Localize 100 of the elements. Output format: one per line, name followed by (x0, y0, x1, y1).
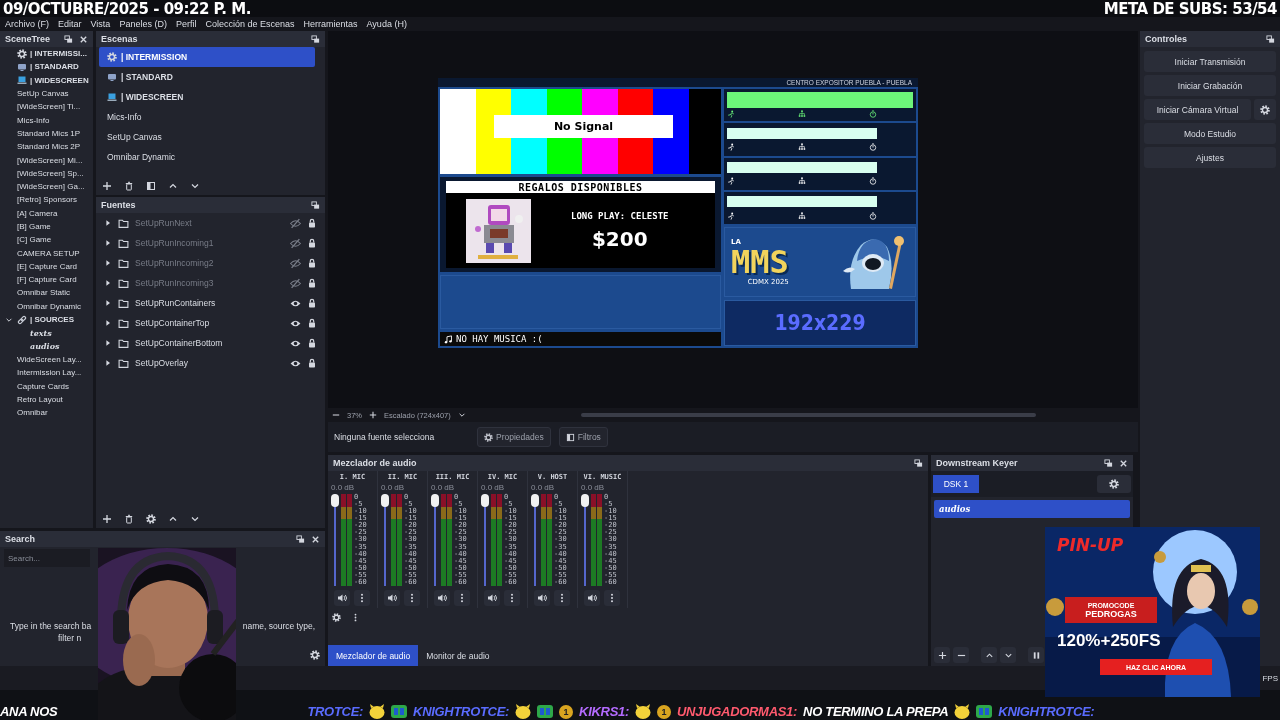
dock-icon[interactable] (311, 200, 320, 210)
menu-item[interactable]: Herramientas (303, 19, 358, 29)
tree-item[interactable]: Omnibar Static (0, 286, 93, 300)
scene-item[interactable]: Omnibar Dynamic (99, 147, 315, 167)
menu-item[interactable]: Perfil (175, 19, 197, 29)
tree-item[interactable]: [WideScreen] Mi... (0, 153, 93, 167)
caret-right-icon[interactable] (104, 239, 112, 247)
toolbar-button[interactable]: Propiedades (477, 427, 551, 447)
tree-item[interactable]: [WideScreen] Ti... (0, 100, 93, 114)
fader-handle[interactable] (381, 494, 389, 507)
caret-right-icon[interactable] (104, 279, 112, 287)
caret-right-icon[interactable] (104, 359, 112, 367)
caret-down-icon[interactable] (457, 411, 466, 419)
gear-icon[interactable] (332, 612, 341, 622)
add-button[interactable] (934, 647, 950, 663)
lock-icon[interactable] (307, 278, 317, 288)
menu-item[interactable]: Colección de Escenas (205, 19, 295, 29)
tree-item[interactable]: Capture Cards (0, 379, 93, 393)
lock-icon[interactable] (307, 318, 317, 328)
dock-icon[interactable] (1104, 458, 1113, 468)
fader-handle[interactable] (481, 494, 489, 507)
tree-item[interactable]: [B] Game (0, 219, 93, 234)
tree-item[interactable]: CAMERA SETUP (0, 246, 93, 260)
filter-icon[interactable] (146, 181, 156, 191)
caret-right-icon[interactable] (104, 339, 112, 347)
menu-button[interactable] (354, 590, 370, 606)
tree-item[interactable]: | SOURCES (0, 312, 93, 327)
tab[interactable]: Mezclador de audio (328, 645, 419, 666)
tree-item[interactable]: Standard Mics 2P (0, 140, 93, 154)
dock-icon[interactable] (64, 34, 73, 44)
tree-item[interactable]: Mics-Info (0, 113, 93, 127)
lock-icon[interactable] (307, 258, 317, 268)
tree-item[interactable]: | STANDARD (0, 60, 93, 74)
tree-item[interactable]: Standard Mics 1P (0, 126, 93, 141)
control-button[interactable]: Ajustes (1144, 147, 1276, 168)
eye-slash-icon[interactable] (290, 237, 301, 249)
menu-item[interactable]: Archivo (F) (5, 19, 49, 29)
tree-item[interactable]: WideScreen Lay... (0, 352, 93, 367)
down-icon[interactable] (190, 181, 200, 191)
menu-button[interactable] (504, 590, 520, 606)
down-button[interactable] (1000, 647, 1016, 663)
scene-item[interactable]: Mics-Info (99, 107, 315, 127)
menu-item[interactable]: Editar (58, 19, 82, 29)
tree-item[interactable]: Retro Layout (0, 392, 93, 406)
mute-button[interactable] (384, 590, 400, 606)
source-item[interactable]: SetUpRunIncoming2 (96, 253, 325, 273)
caret-right-icon[interactable] (104, 219, 112, 227)
fader-track[interactable] (531, 494, 539, 586)
fader-track[interactable] (431, 494, 439, 586)
tree-item[interactable]: | WIDESCREEN (0, 73, 93, 87)
fader-track[interactable] (481, 494, 489, 586)
scene-item[interactable]: | WIDESCREEN (99, 87, 315, 107)
control-button[interactable]: Iniciar Grabación (1144, 75, 1276, 96)
fader-handle[interactable] (531, 494, 539, 507)
source-item[interactable]: SetUpContainerBottom (96, 333, 325, 353)
zoom-out-icon[interactable] (332, 411, 340, 419)
menu-item[interactable]: Paneles (D) (119, 19, 167, 29)
mute-button[interactable] (484, 590, 500, 606)
dock-icon[interactable] (311, 34, 320, 44)
eye-slash-icon[interactable] (290, 257, 301, 269)
control-button[interactable]: Modo Estudio (1144, 123, 1276, 144)
scene-item[interactable]: | INTERMISSION (99, 47, 315, 67)
close-icon[interactable] (311, 534, 320, 544)
source-item[interactable]: SetUpRunContainers (96, 293, 325, 313)
control-button[interactable]: Iniciar Transmisión (1144, 51, 1276, 72)
lock-icon[interactable] (307, 298, 317, 308)
fader-handle[interactable] (581, 494, 589, 507)
tree-item[interactable]: [A] Camera (0, 206, 93, 220)
menu-button[interactable] (604, 590, 620, 606)
caret-right-icon[interactable] (104, 319, 112, 327)
gear-icon[interactable] (146, 514, 156, 524)
lock-icon[interactable] (307, 238, 317, 248)
dock-icon[interactable] (914, 458, 923, 468)
source-item[interactable]: SetUpRunIncoming3 (96, 273, 325, 293)
remove-button[interactable] (953, 647, 969, 663)
menu-item[interactable]: Vista (90, 19, 111, 29)
lock-icon[interactable] (307, 338, 317, 348)
control-button[interactable]: Iniciar Cámara Virtual (1144, 99, 1251, 120)
mute-button[interactable] (434, 590, 450, 606)
tree-item[interactable]: [Retro] Sponsors (0, 193, 93, 207)
source-item[interactable]: SetUpOverlay (96, 353, 325, 373)
lock-icon[interactable] (307, 358, 317, 368)
up-button[interactable] (981, 647, 997, 663)
lock-icon[interactable] (307, 218, 317, 228)
fader-handle[interactable] (331, 494, 339, 507)
tree-item[interactable]: [WideScreen] Ga... (0, 179, 93, 194)
mute-button[interactable] (584, 590, 600, 606)
zoom-in-icon[interactable] (369, 411, 377, 419)
dock-icon[interactable] (1266, 34, 1275, 44)
tree-item[interactable]: audios (0, 339, 93, 353)
trash-icon[interactable] (124, 514, 134, 524)
menu-item[interactable]: Ayuda (H) (366, 19, 407, 29)
mute-button[interactable] (534, 590, 550, 606)
toolbar-button[interactable]: Filtros (558, 427, 608, 447)
trash-icon[interactable] (124, 181, 134, 191)
close-icon[interactable] (1119, 458, 1128, 468)
gear-icon[interactable] (310, 650, 320, 660)
tree-item[interactable]: | INTERMISSI... (0, 47, 93, 61)
tree-item[interactable]: SetUp Canvas (0, 86, 93, 101)
caret-right-icon[interactable] (104, 299, 112, 307)
